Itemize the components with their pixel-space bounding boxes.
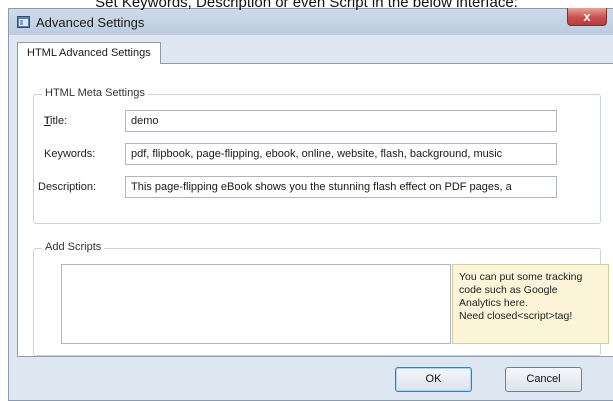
title-label: TTitle: (43, 115, 68, 127)
meta-settings-legend: HTML Meta Settings (42, 87, 148, 99)
keywords-input[interactable]: pdf, flipbook, page-flipping, ebook, onl… (125, 143, 557, 165)
window-title: Advanced Settings (36, 15, 145, 30)
tip-line: You can put some tracking (459, 271, 583, 283)
cancel-button[interactable]: Cancel (505, 367, 582, 392)
description-label: Description: (38, 181, 97, 193)
title-label-text: Title: (43, 115, 68, 127)
tip-line: code such as Google (459, 284, 558, 296)
advanced-settings-dialog: Advanced Settings x HTML Advanced Settin… (8, 8, 613, 401)
application-icon (17, 16, 30, 28)
add-scripts-legend: Add Scripts (42, 241, 105, 253)
keywords-label: Keywords: (44, 148, 96, 160)
settings-panel: HTML Meta Settings TTitle: demo Keywords… (17, 63, 613, 357)
close-icon: x (583, 9, 591, 24)
title-input[interactable]: demo (125, 110, 557, 132)
tab-html-advanced-settings[interactable]: HTML Advanced Settings (17, 42, 161, 64)
caption-text: Set Keywords, Description or even Script… (95, 0, 518, 11)
tracking-tip-box: You can put some tracking code such as G… (452, 264, 609, 344)
tip-line: Analytics here. (459, 297, 528, 309)
ok-button[interactable]: OK (395, 367, 472, 392)
scripts-textarea[interactable] (61, 264, 451, 344)
description-input[interactable]: This page-flipping eBook shows you the s… (125, 176, 557, 198)
title-bar[interactable]: Advanced Settings x (9, 8, 613, 35)
tip-line: Need closed<script>tag! (459, 310, 573, 322)
